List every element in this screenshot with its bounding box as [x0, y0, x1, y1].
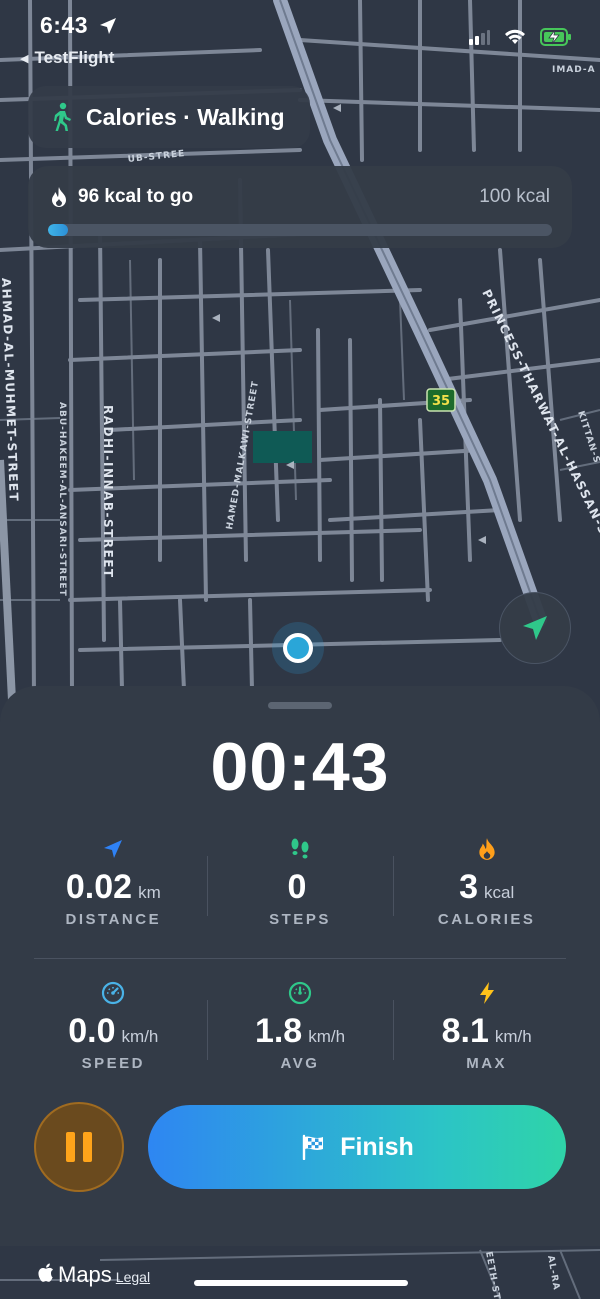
wifi-icon	[505, 29, 525, 44]
stat-value: 0.0	[68, 1012, 116, 1050]
stat-unit: kcal	[484, 883, 515, 902]
location-arrow-icon	[100, 18, 116, 34]
calories-remaining: 96 kcal to go	[78, 186, 194, 207]
pause-button[interactable]	[34, 1102, 124, 1192]
stat-value: 0	[287, 868, 307, 906]
stat-avg: 1.8 km/h AVG	[206, 980, 394, 1090]
location-arrow-icon	[523, 616, 547, 640]
stat-value: 3	[459, 868, 478, 906]
recenter-map-button[interactable]	[499, 592, 571, 664]
battery-charging-icon	[540, 28, 571, 46]
street-label-abu-hakeem: ABU-HAKEEM-AL-ANSARI-STREET	[57, 402, 67, 597]
stat-unit: km/h	[494, 1027, 532, 1046]
street-label-imad: IMAD-A	[552, 65, 596, 75]
goal-progress-bar	[48, 224, 552, 236]
user-location-dot	[272, 622, 324, 674]
stats-divider	[34, 958, 566, 959]
stat-label: STEPS	[269, 911, 331, 928]
status-time: 6:43	[40, 12, 89, 38]
stat-value: 8.1	[441, 1012, 489, 1050]
bolt-icon	[479, 982, 494, 1004]
stats-row-speed: 0.0 km/h SPEED 1.8 km/h AVG 8.1 km/h MAX	[20, 980, 580, 1090]
goal-chip[interactable]: Calories · Walking	[28, 86, 310, 148]
checkered-flag-icon	[302, 1134, 324, 1160]
goal-progress-card: 96 kcal to go 100 kcal	[28, 166, 572, 248]
navigation-arrow-icon	[104, 840, 123, 858]
stat-distance: 0.02 km DISTANCE	[20, 836, 207, 946]
walking-person-icon	[54, 102, 71, 131]
stat-unit: km/h	[308, 1027, 346, 1046]
route-badge-text: 35	[432, 394, 450, 409]
speedometer-icon	[102, 981, 125, 1005]
back-to-app-link[interactable]: ◀ TestFlight	[20, 48, 114, 68]
gauge-icon	[288, 981, 312, 1005]
calories-target: 100 kcal	[479, 186, 550, 207]
apple-maps-attribution: Maps Legal	[38, 1262, 150, 1288]
legal-link[interactable]: Legal	[116, 1269, 150, 1285]
workout-timer: 00:43	[210, 729, 390, 805]
stat-label: SPEED	[81, 1055, 145, 1072]
back-triangle-icon: ◀	[20, 52, 29, 65]
apple-logo-icon	[38, 1263, 53, 1282]
back-app-label: TestFlight	[34, 48, 115, 67]
signal-icon	[469, 30, 490, 45]
stat-unit: km	[138, 883, 161, 902]
home-indicator[interactable]	[194, 1280, 408, 1286]
sheet-grabber[interactable]	[268, 702, 332, 709]
stat-steps: 0 STEPS	[206, 836, 394, 946]
flame-icon	[479, 838, 495, 860]
goal-title: Calories · Walking	[86, 103, 285, 130]
stat-label: MAX	[466, 1055, 508, 1072]
street-label-radhi-innab: RADHI-INNAB-STREET	[101, 405, 115, 579]
goal-progress-fill	[48, 224, 69, 236]
stat-max: 8.1 km/h MAX	[393, 980, 580, 1090]
stat-unit: km/h	[121, 1027, 159, 1046]
workout-sheet: 00:43 0.02 km DISTANCE 0 STEPS 3 kcal CA…	[0, 686, 600, 1246]
stats-row-primary: 0.02 km DISTANCE 0 STEPS 3 kcal CALORIES	[20, 836, 580, 946]
footprints-icon	[291, 838, 309, 859]
stat-label: AVG	[280, 1055, 320, 1072]
stat-label: DISTANCE	[65, 911, 162, 928]
pause-icon-bar	[83, 1132, 92, 1162]
finish-button[interactable]: Finish	[148, 1105, 566, 1189]
stat-calories: 3 kcal CALORIES	[393, 836, 580, 946]
flame-icon	[52, 187, 66, 207]
finish-label: Finish	[340, 1132, 414, 1161]
stat-value: 0.02	[65, 868, 133, 906]
stat-speed: 0.0 km/h SPEED	[20, 980, 207, 1090]
maps-label: Maps	[58, 1262, 112, 1287]
pause-icon	[66, 1132, 75, 1162]
stat-label: CALORIES	[437, 911, 536, 928]
stat-value: 1.8	[254, 1012, 303, 1050]
